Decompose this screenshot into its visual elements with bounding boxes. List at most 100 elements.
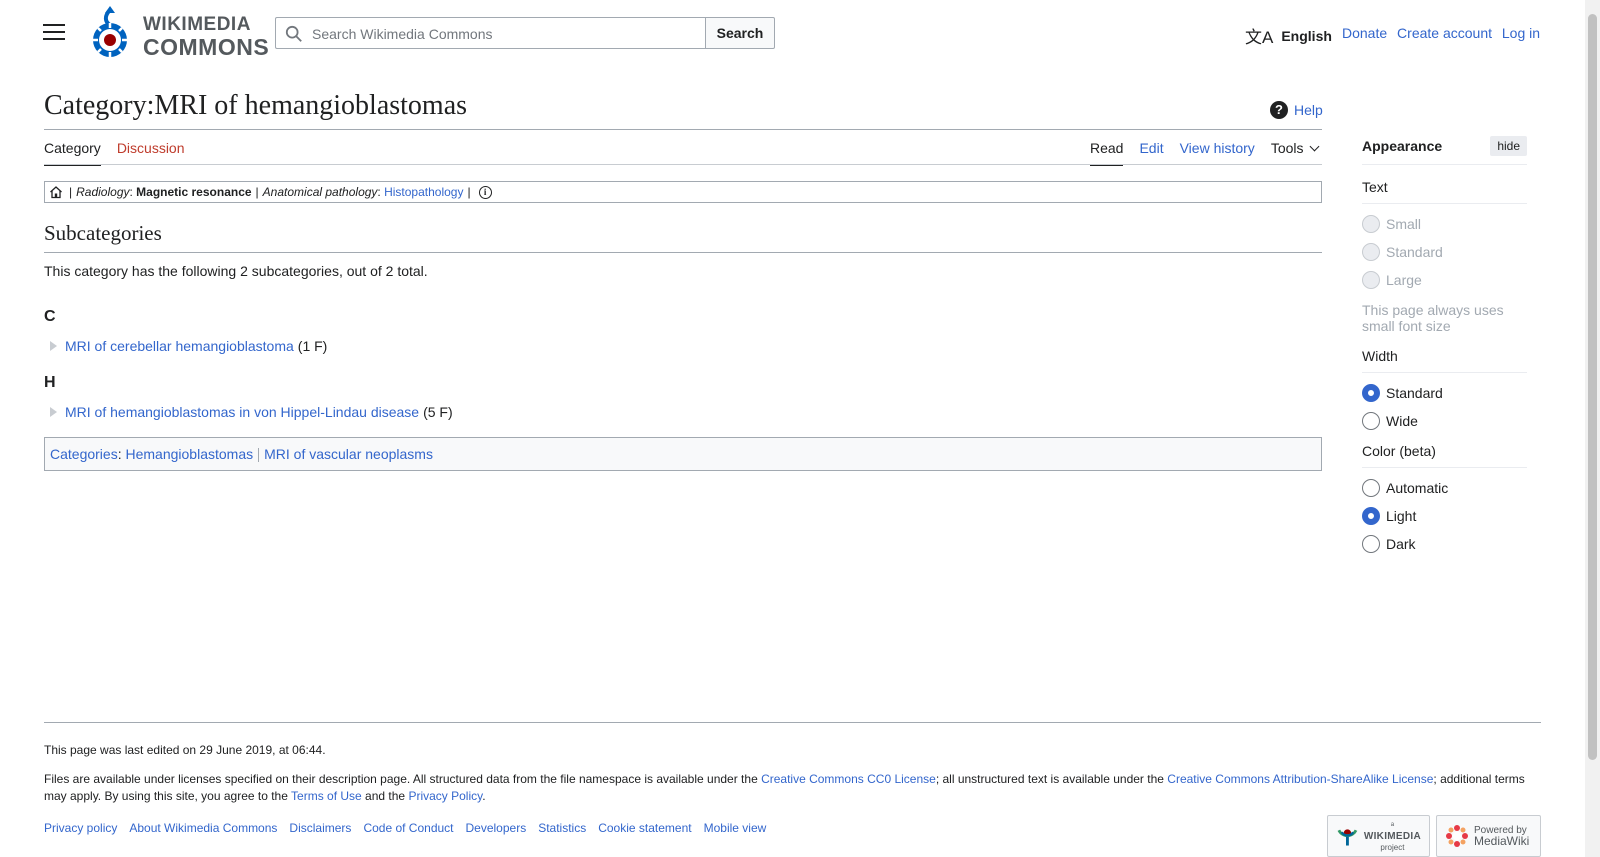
terms-of-use-link[interactable]: Terms of Use (291, 789, 362, 803)
file-count: (5 F) (423, 404, 453, 420)
footer-disclaimers[interactable]: Disclaimers (289, 821, 351, 835)
tools-label: Tools (1270, 140, 1304, 156)
footer-links: Privacy policy About Wikimedia Commons D… (44, 821, 778, 835)
tab-category[interactable]: Category (44, 140, 101, 166)
categories-link[interactable]: Categories (50, 446, 118, 462)
search-input[interactable] (310, 25, 690, 43)
subcategory-link[interactable]: MRI of hemangioblastomas in von Hippel-L… (65, 404, 419, 420)
page-scrollbar[interactable] (1585, 0, 1600, 857)
width-standard[interactable]: Standard (1362, 383, 1527, 402)
radio-label: Large (1386, 271, 1422, 288)
home-icon[interactable] (49, 185, 63, 199)
tab-read[interactable]: Read (1090, 140, 1124, 166)
list-item: MRI of hemangioblastomas in von Hippel-L… (50, 404, 453, 420)
color-section-title: Color (beta) (1362, 443, 1527, 468)
mediawiki-logo-icon (1446, 825, 1468, 847)
tabs-divider (44, 164, 1322, 165)
cc0-license-link[interactable]: Creative Commons CC0 License (761, 772, 936, 786)
subcategories-divider (44, 252, 1322, 253)
footer-cookie-statement[interactable]: Cookie statement (598, 821, 691, 835)
category-link-hemangioblastomas[interactable]: Hemangioblastomas (125, 446, 253, 462)
footer-mobile-view[interactable]: Mobile view (704, 821, 767, 835)
scrollbar-thumb[interactable] (1588, 14, 1597, 760)
footer-code-of-conduct[interactable]: Code of Conduct (363, 821, 453, 835)
badge-name: WIKIMEDIA (1363, 830, 1421, 842)
subcategory-link[interactable]: MRI of cerebellar hemangioblastoma (65, 338, 294, 354)
radio-label: Wide (1386, 412, 1418, 429)
tab-tools[interactable]: Tools (1270, 140, 1319, 166)
cc-by-sa-license-link[interactable]: Creative Commons Attribution-ShareAlike … (1167, 772, 1433, 786)
appearance-panel: Appearance hide Text Small Standard Larg… (1362, 136, 1527, 553)
log-in-link[interactable]: Log in (1502, 25, 1540, 41)
radio-width-standard[interactable] (1362, 383, 1380, 402)
language-label: English (1281, 27, 1332, 44)
radio-label: Small (1386, 215, 1422, 232)
last-edited: This page was last edited on 29 June 201… (44, 743, 326, 757)
license-text-4: and the (361, 789, 409, 803)
help-icon: ? (1270, 101, 1288, 119)
tab-edit[interactable]: Edit (1139, 140, 1163, 166)
translate-icon: 文A (1245, 28, 1274, 47)
create-account-link[interactable]: Create account (1397, 25, 1492, 41)
subcategories-heading: Subcategories (44, 221, 162, 245)
file-count: (1 F) (297, 338, 328, 354)
help-link[interactable]: ? Help (1270, 101, 1323, 119)
namespace-tabs: Category Discussion (44, 140, 201, 166)
footer-developers[interactable]: Developers (466, 821, 527, 835)
badge-sub-text: project (1380, 842, 1405, 852)
color-light[interactable]: Light (1362, 506, 1527, 525)
footer-privacy-policy[interactable]: Privacy policy (44, 821, 117, 835)
search-button[interactable]: Search (705, 17, 775, 49)
help-label[interactable]: Help (1294, 102, 1323, 118)
mediawiki-badge-text: Powered by MediaWiki (1474, 825, 1529, 847)
radio-color-dark[interactable] (1362, 534, 1380, 553)
breadcrumb-histopathology-link[interactable]: Histopathology (384, 182, 463, 202)
logo-line-1: WIKIMEDIA (143, 14, 251, 35)
privacy-policy-inline-link[interactable]: Privacy Policy (408, 789, 482, 803)
wikimedia-project-badge[interactable]: a WIKIMEDIA project (1327, 815, 1430, 857)
title-divider (44, 129, 1322, 130)
language-selector[interactable]: 文A English (1245, 23, 1332, 48)
footer-about[interactable]: About Wikimedia Commons (129, 821, 277, 835)
main-menu-icon[interactable] (40, 20, 68, 44)
text-section-title: Text (1362, 179, 1527, 204)
radio-label: Standard (1386, 243, 1443, 260)
license-text-1: Files are available under licenses speci… (44, 772, 762, 786)
powered-by-mediawiki-badge[interactable]: Powered by MediaWiki (1436, 815, 1541, 857)
appearance-title: Appearance (1362, 138, 1443, 154)
hide-button[interactable]: hide (1490, 136, 1527, 156)
expand-triangle-icon[interactable] (50, 341, 57, 351)
info-icon[interactable]: i (478, 185, 492, 199)
width-wide[interactable]: Wide (1362, 411, 1527, 430)
text-size-standard[interactable]: Standard (1362, 242, 1527, 261)
donate-link[interactable]: Donate (1342, 25, 1387, 41)
radio-color-automatic[interactable] (1362, 478, 1380, 497)
radio-color-light[interactable] (1362, 506, 1380, 525)
tab-discussion[interactable]: Discussion (117, 140, 185, 166)
license-text: Files are available under licenses speci… (44, 771, 1534, 805)
text-size-small[interactable]: Small (1362, 214, 1527, 233)
color-dark[interactable]: Dark (1362, 534, 1527, 553)
radio-small[interactable] (1362, 214, 1380, 233)
radio-label: Dark (1386, 535, 1416, 552)
expand-triangle-icon[interactable] (50, 407, 57, 417)
wikimedia-logo-icon (1337, 829, 1358, 846)
badge-line-2: MediaWiki (1474, 834, 1530, 848)
radio-width-wide[interactable] (1362, 411, 1380, 430)
license-text-2: ; all unstructured text is available und… (935, 772, 1168, 786)
group-letter: H (44, 374, 56, 391)
color-automatic[interactable]: Automatic (1362, 478, 1527, 497)
breadcrumb-radiology-label: Radiology (76, 185, 130, 199)
search-box[interactable] (275, 17, 705, 49)
category-link-mri-vascular-neoplasms[interactable]: MRI of vascular neoplasms (264, 446, 433, 462)
text-size-large[interactable]: Large (1362, 270, 1527, 289)
tab-view-history[interactable]: View history (1180, 140, 1255, 166)
breadcrumb-pathology-label: Anatomical pathology (262, 185, 378, 199)
site-logo[interactable]: WIKIMEDIA COMMONS (88, 6, 269, 60)
commons-logo-icon (93, 6, 127, 57)
radio-large[interactable] (1362, 270, 1380, 289)
logo-wordmark: WIKIMEDIA COMMONS (143, 14, 269, 59)
radio-standard[interactable] (1362, 242, 1380, 261)
footer-statistics[interactable]: Statistics (538, 821, 586, 835)
chevron-down-icon (1309, 141, 1319, 152)
